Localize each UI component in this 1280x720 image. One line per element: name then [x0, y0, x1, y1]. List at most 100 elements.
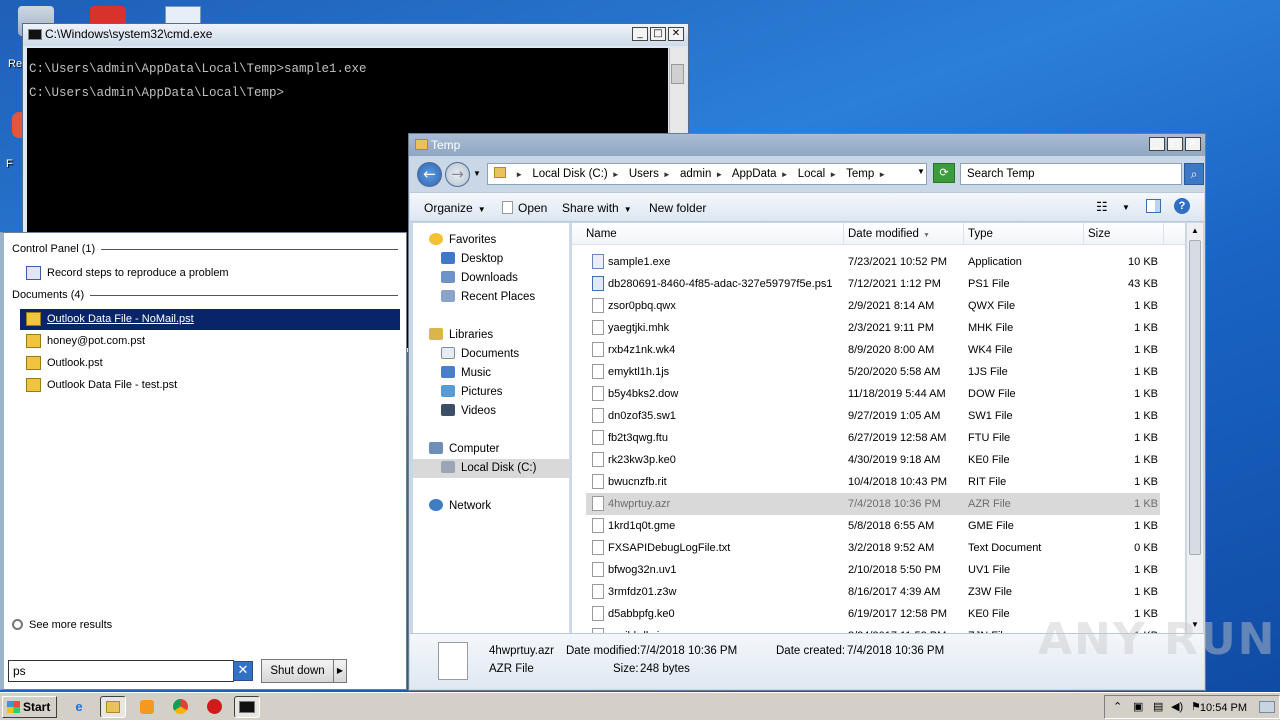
nav-music[interactable]: Music — [441, 364, 491, 383]
nav-documents[interactable]: Documents — [441, 345, 519, 364]
refresh-icon[interactable]: ⟳ — [933, 163, 955, 183]
media-player-icon[interactable] — [134, 696, 160, 718]
breadcrumb-sep-icon[interactable]: ► — [663, 170, 671, 179]
nav-downloads[interactable]: Downloads — [441, 269, 518, 288]
show-hidden-icons[interactable]: ⌃ — [1113, 700, 1122, 713]
table-row[interactable]: 3rmfdz01.z3w 8/16/2017 4:39 AM Z3W File 1 K… — [586, 581, 1160, 603]
column-type[interactable]: Type — [964, 223, 1084, 245]
column-name[interactable]: Name — [572, 223, 844, 245]
recent-pages-dropdown[interactable]: ▼ — [473, 169, 481, 178]
help-icon[interactable]: ? — [1174, 198, 1190, 214]
preview-pane-icon[interactable] — [1146, 199, 1161, 213]
nav-local-disk[interactable]: Local Disk (C:) — [413, 459, 569, 478]
cmd-scroll-thumb[interactable] — [671, 64, 684, 84]
clock[interactable]: 10:54 PM — [1200, 702, 1247, 714]
table-row[interactable]: rxb4z1nk.wk4 8/9/2020 8:00 AM WK4 File 1 KB — [586, 339, 1160, 361]
opera-icon[interactable] — [201, 696, 227, 718]
explorer-window[interactable]: Temp _ □ ✕ ← → ▼ ► Local Disk (C:) ► User… — [408, 133, 1206, 691]
result-doc-honey[interactable]: honey@pot.com.pst — [20, 331, 400, 352]
start-menu[interactable]: Control Panel (1) Record steps to reprod… — [0, 232, 407, 690]
breadcrumb-local[interactable]: Local — [798, 168, 826, 180]
open-button[interactable]: Open — [502, 201, 547, 215]
close-button[interactable]: ✕ — [668, 27, 684, 41]
scroll-up-icon[interactable]: ▲ — [1187, 223, 1203, 239]
result-doc-test[interactable]: Outlook Data File - test.pst — [20, 375, 400, 396]
maximize-button[interactable]: □ — [1167, 137, 1183, 151]
address-bar[interactable]: ► Local Disk (C:) ► Users ► admin ► AppData… — [487, 163, 927, 185]
table-row[interactable]: 1krd1q0t.gme 5/8/2018 6:55 AM GME File 1 KB — [586, 515, 1160, 537]
table-row[interactable]: yaegtjki.mhk 2/3/2021 9:11 PM MHK File 1 KB — [586, 317, 1160, 339]
breadcrumb-sep-icon[interactable]: ► — [715, 170, 723, 179]
nav-computer[interactable]: Computer — [429, 440, 500, 459]
clear-search-icon[interactable]: ✕ — [233, 661, 253, 681]
nav-pictures[interactable]: Pictures — [441, 383, 503, 402]
see-more-results[interactable]: See more results — [12, 619, 112, 631]
nav-favorites[interactable]: Favorites — [429, 231, 496, 250]
table-row[interactable]: zsor0pbq.qwx 2/9/2021 8:14 AM QWX File 1 KB — [586, 295, 1160, 317]
new-folder-button[interactable]: New folder — [649, 201, 706, 215]
breadcrumb-appdata[interactable]: AppData — [732, 168, 777, 180]
table-row[interactable]: FXSAPIDebugLogFile.txt 3/2/2018 9:52 AM Te… — [586, 537, 1160, 559]
cmd-titlebar[interactable]: C:\Windows\system32\cmd.exe _ □ ✕ — [23, 24, 688, 46]
action-center-icon[interactable]: ▣ — [1133, 700, 1143, 713]
back-button[interactable]: ← — [417, 162, 442, 187]
breadcrumb-sep-icon[interactable]: ► — [612, 170, 620, 179]
table-row[interactable]: bwucnzfb.rit 10/4/2018 10:43 PM RIT File 1 … — [586, 471, 1160, 493]
table-row[interactable]: rk23kw3p.ke0 4/30/2019 9:18 AM KE0 File 1 K… — [586, 449, 1160, 471]
breadcrumb-sep-icon[interactable]: ► — [878, 170, 886, 179]
volume-icon[interactable]: ◀) — [1171, 700, 1183, 713]
start-button[interactable]: Start — [2, 696, 57, 718]
breadcrumb-sep-icon[interactable]: ► — [515, 170, 523, 179]
breadcrumb-local-disk[interactable]: Local Disk (C:) — [532, 168, 607, 180]
table-row[interactable]: 4hwprtuy.azr 7/4/2018 10:36 PM AZR File 1 K… — [586, 493, 1160, 515]
breadcrumb-users[interactable]: Users — [629, 168, 659, 180]
minimize-button[interactable]: _ — [1149, 137, 1165, 151]
table-row[interactable]: emyktl1h.1js 5/20/2020 5:58 AM 1JS File 1 K… — [586, 361, 1160, 383]
navigation-pane[interactable]: Favorites Desktop Downloads Recent Place… — [413, 223, 570, 633]
nav-desktop[interactable]: Desktop — [441, 250, 503, 269]
scroll-thumb[interactable] — [1189, 240, 1201, 555]
column-date-modified[interactable]: Date modified ▼ — [844, 223, 964, 245]
maximize-button[interactable]: □ — [650, 27, 666, 41]
result-record-steps[interactable]: Record steps to reproduce a problem — [20, 263, 400, 284]
nav-libraries[interactable]: Libraries — [429, 326, 493, 345]
explorer-taskbar-icon[interactable] — [100, 696, 126, 718]
minimize-button[interactable]: _ — [632, 27, 648, 41]
explorer-titlebar[interactable]: Temp _ □ ✕ — [409, 134, 1205, 156]
organize-button[interactable]: Organize ▼ — [424, 201, 486, 215]
search-input[interactable]: Search Temp — [960, 163, 1182, 185]
table-row[interactable]: db280691-8460-4f85-adac-327e59797f5e.ps1… — [586, 273, 1160, 295]
breadcrumb-sep-icon[interactable]: ► — [781, 170, 789, 179]
file-list-scrollbar[interactable]: ▲ ▼ — [1186, 223, 1203, 633]
address-dropdown-icon[interactable]: ▼ — [917, 167, 925, 176]
shutdown-button[interactable]: Shut down — [261, 659, 334, 683]
forward-button[interactable]: → — [445, 162, 470, 187]
share-with-button[interactable]: Share with ▼ — [562, 201, 632, 215]
table-row[interactable]: bfwog32n.uv1 2/10/2018 5:50 PM UV1 File 1 K… — [586, 559, 1160, 581]
nav-videos[interactable]: Videos — [441, 402, 496, 421]
search-icon[interactable]: ⌕ — [1184, 163, 1204, 185]
view-dropdown-icon[interactable]: ▼ — [1122, 203, 1130, 212]
table-row[interactable]: fb2t3qwg.ftu 6/27/2019 12:58 AM FTU File 1 … — [586, 427, 1160, 449]
breadcrumb-sep-icon[interactable]: ► — [829, 170, 837, 179]
cmd-taskbar-icon[interactable] — [234, 696, 260, 718]
close-button[interactable]: ✕ — [1185, 137, 1201, 151]
ie-icon[interactable]: e — [66, 696, 92, 718]
network-tray-icon[interactable]: ▤ — [1153, 700, 1163, 713]
view-options-icon[interactable]: ☷ — [1096, 199, 1108, 215]
breadcrumb-temp[interactable]: Temp — [846, 168, 874, 180]
column-size[interactable]: Size — [1084, 223, 1164, 245]
result-doc-outlook[interactable]: Outlook.pst — [20, 353, 400, 374]
result-doc-nomail[interactable]: Outlook Data File - NoMail.pst — [20, 309, 400, 330]
file-list[interactable]: Name Date modified ▼ Type Size sample1.ex… — [572, 223, 1185, 633]
chrome-icon[interactable] — [167, 696, 193, 718]
nav-recent[interactable]: Recent Places — [441, 288, 535, 307]
table-row[interactable]: sample1.exe 7/23/2021 10:52 PM Application… — [586, 251, 1160, 273]
nav-network[interactable]: Network — [429, 497, 491, 516]
breadcrumb-admin[interactable]: admin — [680, 168, 711, 180]
table-row[interactable]: b5y4bks2.dow 11/18/2019 5:44 AM DOW File 1 … — [586, 383, 1160, 405]
table-row[interactable]: dn0zof35.sw1 9/27/2019 1:05 AM SW1 File 1 K… — [586, 405, 1160, 427]
start-search-input[interactable]: ps — [8, 660, 234, 682]
show-desktop-icon[interactable] — [1259, 701, 1275, 713]
shutdown-options-icon[interactable]: ▶ — [333, 659, 347, 683]
